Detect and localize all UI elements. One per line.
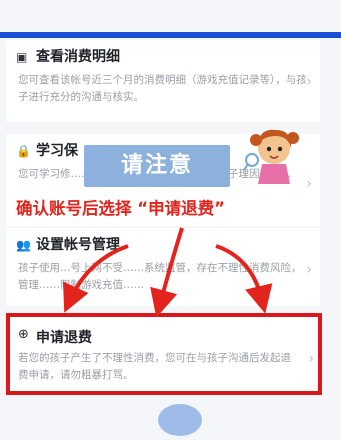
- receipt-icon: ▣: [16, 50, 28, 64]
- apply-refund-title: 申请退费: [36, 330, 92, 346]
- apply-refund-desc: 若您的孩子产生了不理性消费，您可在与孩子沟通后发起退费申请，请勿粗暴打骂。: [18, 352, 291, 381]
- chevron-right-icon: ›: [308, 351, 314, 367]
- attention-callout: 请注意: [84, 145, 230, 187]
- blurred-bottom-shape: [158, 404, 202, 436]
- top-gap: [0, 0, 341, 32]
- chevron-right-icon: ›: [306, 176, 312, 192]
- lock-icon: 🔒: [16, 144, 31, 158]
- account-management-desc: 孩子使用…号上网不受……系统监管，存在不理性消费风险，管理……限制游戏充值……: [18, 262, 302, 291]
- view-spending-card[interactable]: ▣ 查看消费明细 您可查看该帐号近三个月的消费明细（游戏充值记录等），与孩子进行…: [6, 40, 320, 122]
- view-spending-title: 查看消费明细: [36, 49, 120, 65]
- view-spending-desc: 您可查看该帐号近三个月的消费明细（游戏充值记录等），与孩子进行充分的沟通与核实。: [18, 74, 307, 103]
- cartoon-girl-sticker: [243, 129, 299, 184]
- account-management-card[interactable]: 👥 设置帐号管理 孩子使用…号上网不受……系统监管，存在不理性消费风险，管理………: [6, 228, 320, 306]
- account-icon: 👥: [16, 238, 31, 252]
- learn-protection-title: 学习保: [36, 143, 78, 159]
- apply-refund-card[interactable]: ⊕ 申请退费 若您的孩子产生了不理性消费，您可在与孩子沟通后发起退费申请，请勿粗…: [6, 313, 322, 395]
- plus-circle-icon: ⊕: [18, 327, 29, 342]
- instruction-text: 确认账号后选择 “申请退费”: [16, 199, 225, 218]
- chevron-right-icon: ›: [306, 262, 312, 278]
- attention-callout-text: 请注意: [120, 153, 193, 178]
- account-management-title: 设置帐号管理: [36, 237, 120, 253]
- chevron-right-icon: ›: [306, 74, 312, 90]
